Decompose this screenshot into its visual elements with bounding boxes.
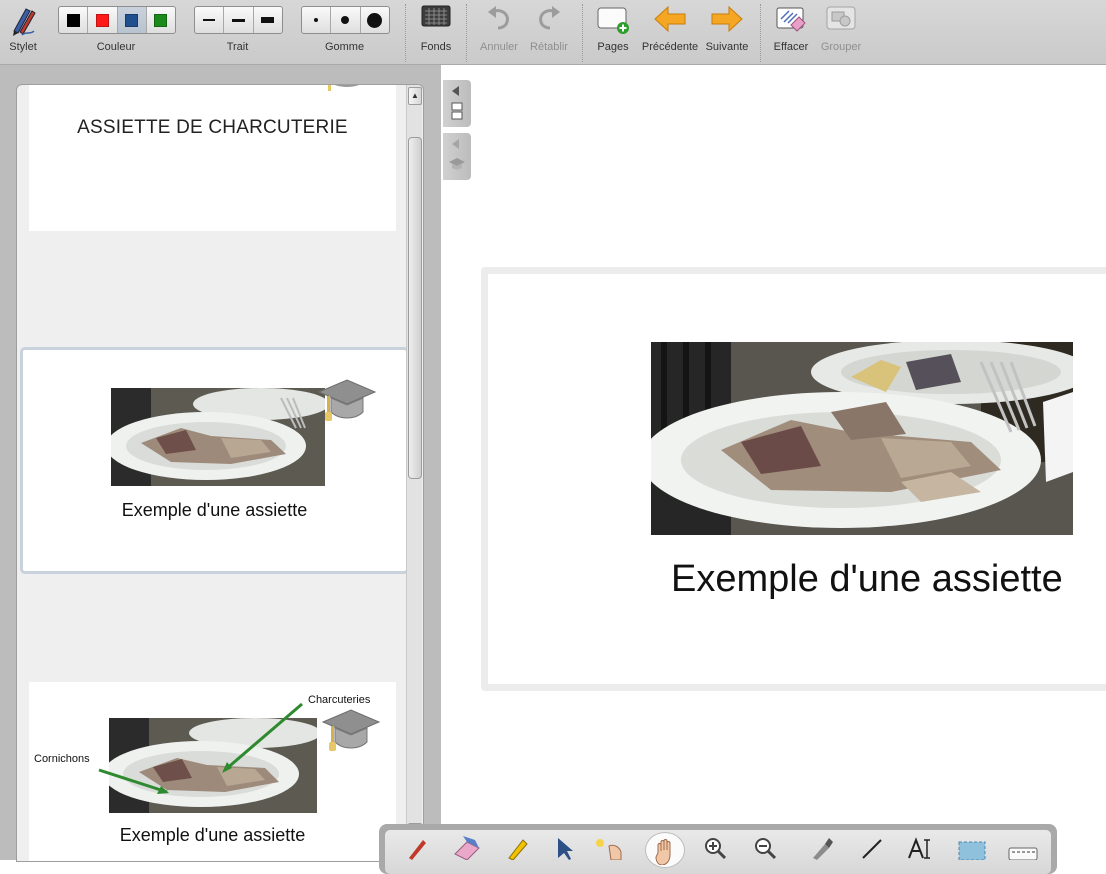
pages-label: Pages [597,41,629,53]
main-charcuterie-photo[interactable] [651,342,1073,535]
retablir-button[interactable]: Rétablir [526,0,572,64]
thumbnail-slide-2-caption: Exemple d'une assiette [121,500,308,520]
toolbar-separator [466,4,467,62]
pages-list-icon [451,102,463,120]
eraser-icon[interactable] [453,836,481,860]
top-toolbar: Stylet Couleur Trait Gomme Fonds Annuler… [0,0,1106,65]
annuler-button[interactable]: Annuler [476,0,522,64]
annotation-charcuteries: Charcuteries [308,694,371,706]
trait-label: Trait [226,41,249,53]
suivante-label: Suivante [705,41,749,53]
zoom-out-icon[interactable] [753,836,777,860]
thumbnail-slide-1[interactable]: ASSIETTE DE CHARCUTERIE [29,85,396,231]
selection-icon[interactable] [957,836,987,860]
line-icon[interactable] [859,836,885,860]
thumbnail-slide-1-title: ASSIETTE DE CHARCUTERIE [77,117,348,138]
grouper-button[interactable]: Grouper [817,0,865,64]
scrollbar-thumb[interactable] [408,137,422,479]
fonds-label: Fonds [420,41,452,53]
graduation-cap-icon [328,85,359,91]
redo-icon [539,6,560,30]
suivante-button[interactable]: Suivante [703,0,751,64]
bottom-toolbar [379,824,1057,874]
scroll-up-button[interactable]: ▲ [408,87,422,105]
grouper-label: Grouper [820,41,862,53]
main-slide-caption[interactable]: Exemple d'une assiette [671,558,1091,601]
trait-group: Trait [194,0,281,64]
collapse-arrow-icon [452,139,459,149]
charcuterie-plate-photo [111,388,325,486]
thumbnail-list: ASSIETTE DE CHARCUTERIE Exemple d'une as… [16,84,424,862]
graduation-cap-icon [317,379,377,421]
next-arrow-icon [711,5,743,33]
toolbar-separator [582,4,583,62]
tab-pages-panel[interactable] [443,80,471,127]
thumbnail-panel: ASSIETTE DE CHARCUTERIE Exemple d'une as… [0,65,441,862]
tab-library-panel[interactable] [443,133,471,180]
capture-icon[interactable] [809,836,835,860]
pointer-icon[interactable] [555,836,575,860]
precedente-label: Précédente [641,41,699,53]
precedente-button[interactable]: Précédente [640,0,700,64]
previous-arrow-icon [654,5,686,33]
collapse-arrow-icon [452,86,459,96]
zoom-in-icon[interactable] [703,836,727,860]
annotation-cornichons: Cornichons [34,753,90,765]
thumbnail-slide-3-caption: Exemple d'une assiette [119,825,306,845]
stylet-label: Stylet [9,41,37,53]
annuler-label: Annuler [480,41,518,53]
highlighter-icon[interactable] [505,836,529,860]
keyboard-icon[interactable] [1007,836,1039,860]
thumbnail-scrollbar[interactable]: ▲ ▼ [406,85,422,861]
effacer-button[interactable]: Effacer [769,0,813,64]
undo-icon [488,6,509,30]
background-grid-icon [421,5,451,27]
pen-icon[interactable] [405,836,429,860]
couleur-group: Couleur [58,0,174,64]
toolbar-separator [405,4,406,62]
toolbar-separator [760,4,761,62]
hand-tool-selected[interactable] [645,832,685,868]
fonds-button[interactable]: Fonds [414,0,458,64]
text-icon[interactable] [907,836,935,860]
couleur-label: Couleur [96,41,136,53]
thumbnail-slide-2[interactable]: Exemple d'une assiette [20,347,409,574]
effacer-label: Effacer [773,41,809,53]
clear-board-icon [776,7,806,32]
group-icon [826,6,856,30]
graduation-cap-icon [449,158,465,170]
gomme-group: Gomme [301,0,388,64]
stylet-icon [13,8,36,36]
hand-icon [655,839,671,865]
stylet-tool[interactable]: Stylet [2,0,44,64]
gomme-label: Gomme [324,41,365,53]
retablir-label: Rétablir [530,41,568,53]
thumbnail-slide-3[interactable]: Cornichons Charcuteries Exemple d'une as… [29,682,396,861]
pages-button[interactable]: Pages [592,0,634,64]
add-page-icon [597,7,629,34]
laser-pointer-icon[interactable] [591,836,627,860]
